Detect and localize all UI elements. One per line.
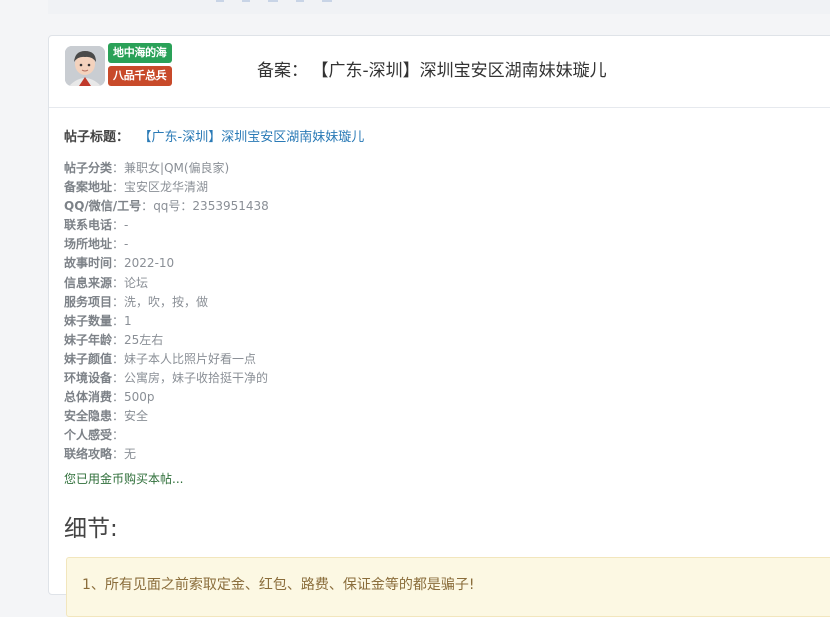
info-separator: ： bbox=[112, 351, 125, 366]
info-value: 宝安区龙华清湖 bbox=[124, 180, 209, 195]
info-separator: ： bbox=[112, 218, 125, 233]
info-row: 帖子分类：兼职女|QM(偏良家) bbox=[64, 159, 830, 178]
info-key: 妹子数量 bbox=[64, 313, 113, 328]
info-separator: ： bbox=[112, 447, 125, 462]
info-row: 总体消费：500p bbox=[64, 388, 830, 407]
info-value: 论坛 bbox=[124, 275, 149, 290]
info-separator: ： bbox=[112, 409, 125, 424]
info-separator: ： bbox=[112, 180, 125, 195]
info-key: 故事时间 bbox=[64, 256, 113, 271]
info-row: 妹子颜值：妹子本人比照片好看一点 bbox=[64, 350, 830, 369]
info-row: 信息来源：论坛 bbox=[64, 274, 830, 293]
page-title: 备案： 【广东-深圳】深圳宝安区湖南妹妹璇儿 bbox=[257, 56, 607, 81]
info-key: 场所地址 bbox=[64, 237, 113, 252]
info-separator: ： bbox=[112, 294, 125, 309]
info-key: 服务项目 bbox=[64, 294, 113, 309]
info-key: 信息来源 bbox=[64, 275, 113, 290]
info-separator: ： bbox=[112, 313, 125, 328]
info-row: 个人感受： bbox=[64, 426, 830, 445]
user-avatar-icon bbox=[65, 46, 105, 86]
post-card: 地中海的海 八品千总兵 备案： 【广东-深圳】深圳宝安区湖南妹妹璇儿 帖子标题： 【… bbox=[48, 35, 830, 617]
post-info-list: 帖子分类：兼职女|QM(偏良家) 备案地址：宝安区龙华清湖 QQ/微信/工号：qq号… bbox=[64, 159, 830, 465]
page-title-label: 备案： bbox=[257, 61, 308, 81]
top-strip bbox=[48, 0, 830, 14]
info-value: 兼职女|QM(偏良家) bbox=[124, 161, 230, 175]
info-row: 联系电话：- bbox=[64, 216, 830, 235]
info-key: 个人感受 bbox=[64, 428, 113, 443]
avatar[interactable] bbox=[65, 46, 105, 86]
info-value: 妹子本人比照片好看一点 bbox=[124, 351, 257, 366]
info-value: - bbox=[124, 218, 129, 233]
details-heading: 细节: bbox=[64, 515, 118, 542]
info-key: 妹子年龄 bbox=[64, 332, 113, 347]
info-separator: ： bbox=[112, 332, 125, 347]
info-key: QQ/微信/工号 bbox=[64, 199, 142, 214]
warning-notice: 1、所有见面之前索取定金、红包、路费、保证金等的都是骗子! bbox=[66, 556, 830, 617]
info-value: 公寓房，妹子收拾挺干净的 bbox=[124, 371, 269, 386]
info-separator: ： bbox=[112, 371, 125, 386]
info-separator: ： bbox=[112, 390, 125, 405]
info-key: 备案地址 bbox=[64, 180, 113, 195]
info-value: qq号：2353951438 bbox=[153, 199, 269, 214]
post-title-link[interactable]: 【广东-深圳】深圳宝安区湖南妹妹璇儿 bbox=[145, 130, 364, 145]
purchased-notice: 您已用金币购买本帖... bbox=[64, 471, 184, 486]
info-key: 安全隐患 bbox=[64, 409, 113, 424]
post-title-row: 帖子标题： 【广东-深圳】深圳宝安区湖南妹妹璇儿 bbox=[64, 126, 830, 145]
info-row: 场所地址：- bbox=[64, 235, 830, 254]
info-row: 安全隐患：安全 bbox=[64, 407, 830, 426]
user-badge-rank: 八品千总兵 bbox=[108, 66, 172, 86]
post-body: 帖子标题： 【广东-深圳】深圳宝安区湖南妹妹璇儿 帖子分类：兼职女|QM(偏良家)… bbox=[49, 108, 830, 617]
info-key: 联络攻略 bbox=[64, 447, 113, 462]
page-title-value: 【广东-深圳】深圳宝安区湖南妹妹璇儿 bbox=[320, 61, 607, 81]
info-row: 环境设备：公寓房，妹子收拾挺干净的 bbox=[64, 369, 830, 388]
info-value: 1 bbox=[124, 313, 132, 328]
info-row: 服务项目：洗，吹，按，做 bbox=[64, 293, 830, 312]
info-key: 环境设备 bbox=[64, 371, 113, 386]
info-value: - bbox=[124, 237, 129, 252]
post-header: 地中海的海 八品千总兵 备案： 【广东-深圳】深圳宝安区湖南妹妹璇儿 bbox=[49, 36, 830, 108]
info-separator: ： bbox=[141, 199, 154, 214]
info-row: 故事时间：2022-10 bbox=[64, 254, 830, 273]
info-row: 联络攻略：无 bbox=[64, 445, 830, 464]
info-value: 安全 bbox=[124, 409, 149, 424]
info-row: QQ/微信/工号：qq号：2353951438 bbox=[64, 197, 830, 216]
info-value: 500p bbox=[124, 390, 155, 405]
info-key: 总体消费 bbox=[64, 390, 113, 405]
user-badge-nickname: 地中海的海 bbox=[108, 43, 172, 63]
info-separator: ： bbox=[112, 237, 125, 252]
info-key: 帖子分类 bbox=[64, 161, 113, 175]
info-value: 2022-10 bbox=[124, 256, 175, 271]
info-value: 25左右 bbox=[124, 332, 164, 347]
info-value: 无 bbox=[124, 447, 137, 462]
info-row: 妹子年龄：25左右 bbox=[64, 331, 830, 350]
info-separator: ： bbox=[112, 428, 125, 443]
info-value: 洗，吹，按，做 bbox=[124, 294, 209, 309]
info-row: 妹子数量：1 bbox=[64, 312, 830, 331]
info-key: 妹子颜值 bbox=[64, 351, 113, 366]
info-separator: ： bbox=[112, 256, 125, 271]
info-key: 联系电话 bbox=[64, 218, 113, 233]
info-separator: ： bbox=[112, 161, 125, 175]
info-row: 备案地址：宝安区龙华清湖 bbox=[64, 178, 830, 197]
info-separator: ： bbox=[112, 275, 125, 290]
top-links-fragment bbox=[216, 0, 426, 2]
post-title-label: 帖子标题： bbox=[64, 130, 130, 145]
